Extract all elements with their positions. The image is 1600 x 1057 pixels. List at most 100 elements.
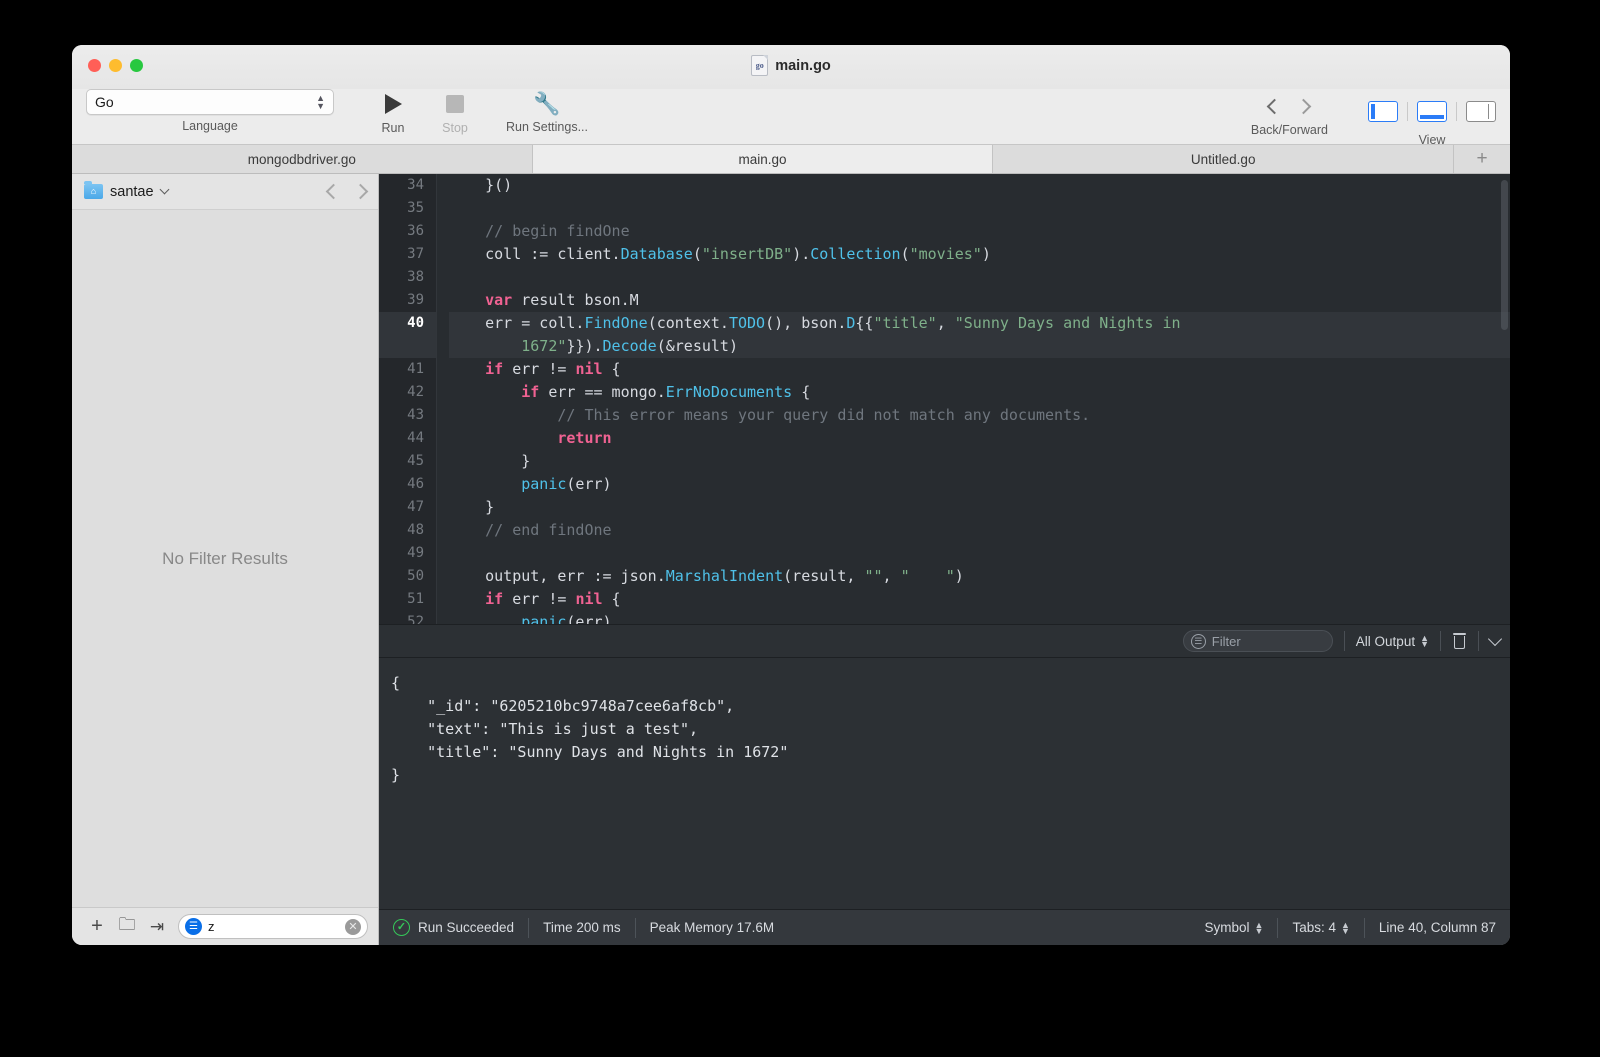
export-icon[interactable]: ⇥ bbox=[142, 917, 172, 937]
tabs-select[interactable]: Tabs: 4 ▲ ▼ bbox=[1292, 920, 1349, 935]
toggle-inspector-button[interactable] bbox=[1466, 101, 1496, 122]
window-body: ⌂ santae No Filter Results + 🗀 ⇥ ☰ z ✕ 3… bbox=[72, 174, 1510, 945]
code-line: // begin findOne bbox=[449, 222, 630, 240]
line-number: 44 bbox=[407, 430, 424, 446]
stop-label: Stop bbox=[442, 121, 468, 135]
sidebar-forward-icon[interactable] bbox=[352, 183, 369, 200]
stop-icon bbox=[446, 95, 464, 113]
new-folder-icon[interactable]: 🗀 bbox=[112, 912, 142, 941]
forward-icon[interactable] bbox=[1296, 98, 1312, 115]
run-settings-label: Run Settings... bbox=[506, 120, 588, 134]
line-number: 37 bbox=[407, 246, 424, 262]
no-filter-results-message: No Filter Results bbox=[162, 548, 288, 568]
tab-label: mongodbdriver.go bbox=[247, 151, 356, 167]
code-line: return bbox=[557, 429, 612, 447]
run-group[interactable]: Run bbox=[362, 94, 424, 135]
code-line: if err == mongo.ErrNoDocuments { bbox=[521, 383, 811, 401]
symbol-value: Symbol bbox=[1204, 920, 1250, 935]
tabs-value: Tabs: 4 bbox=[1292, 920, 1336, 935]
sidebar-back-icon[interactable] bbox=[325, 183, 342, 200]
line-number: 39 bbox=[407, 292, 424, 308]
view-group: View bbox=[1368, 101, 1496, 147]
new-file-icon[interactable]: + bbox=[82, 915, 112, 938]
play-icon[interactable] bbox=[384, 94, 402, 114]
code-line-current: err = coll.FindOne(context.TODO(), bson.… bbox=[449, 312, 1510, 335]
line-number: 48 bbox=[407, 522, 424, 538]
console-line: { bbox=[391, 674, 401, 692]
view-label: View bbox=[1418, 133, 1446, 147]
console-line: "text": "This is just a test", bbox=[391, 720, 699, 738]
code-line: coll := client.Database("insertDB").Coll… bbox=[449, 245, 991, 263]
output-scope-select[interactable]: All Output ▲ ▼ bbox=[1356, 634, 1429, 649]
symbol-select[interactable]: Symbol ▲ ▼ bbox=[1205, 920, 1264, 935]
line-number: 50 bbox=[407, 568, 424, 584]
back-icon[interactable] bbox=[1267, 98, 1283, 115]
tab-label: main.go bbox=[738, 151, 787, 167]
console-line: "_id": "6205210bc9748a7cee6af8cb", bbox=[391, 697, 735, 715]
code-line-current-wrap: 1672"}}).Decode(&result) bbox=[449, 335, 1510, 358]
filter-icon: ☰ bbox=[1190, 633, 1206, 649]
line-number: 46 bbox=[407, 476, 424, 492]
code-line: // This error means your query did not m… bbox=[449, 406, 1091, 424]
run-status-text: Run Succeeded bbox=[418, 920, 515, 935]
app-window: go main.go Go ▲ ▼ Language Run Stop 🔧 Run… bbox=[72, 45, 1510, 945]
editor-scrollbar[interactable] bbox=[1501, 180, 1508, 330]
chevron-updown-icon: ▲ ▼ bbox=[316, 93, 325, 111]
console-line: } bbox=[391, 766, 401, 784]
sidebar-header: ⌂ santae bbox=[72, 174, 378, 210]
tab-untitled[interactable]: Untitled.go bbox=[993, 145, 1455, 173]
back-forward-label: Back/Forward bbox=[1250, 123, 1328, 137]
new-tab-button[interactable]: + bbox=[1454, 145, 1510, 173]
back-forward-group: Back/Forward bbox=[1250, 98, 1328, 137]
language-select-value: Go bbox=[95, 94, 114, 110]
line-number: 34 bbox=[407, 177, 424, 193]
collapse-output-button[interactable] bbox=[1487, 631, 1503, 646]
code-editor[interactable]: 34 35 36 37 38 39 40 41 42 43 44 45 46 4… bbox=[379, 174, 1510, 624]
run-settings-group[interactable]: 🔧 Run Settings... bbox=[506, 93, 588, 135]
language-select[interactable]: Go ▲ ▼ bbox=[86, 89, 334, 115]
output-filter-placeholder: Filter bbox=[1211, 633, 1241, 649]
line-number: 38 bbox=[407, 269, 424, 285]
wrench-icon[interactable]: 🔧 bbox=[533, 93, 560, 115]
clear-filter-button[interactable]: ✕ bbox=[345, 918, 361, 935]
window-title-text: main.go bbox=[775, 57, 831, 74]
code-line: } bbox=[449, 498, 495, 516]
toggle-sidebar-button[interactable] bbox=[1368, 101, 1398, 122]
output-scope-value: All Output bbox=[1355, 633, 1416, 649]
line-number: 49 bbox=[407, 545, 424, 561]
code-line: // end findOne bbox=[449, 521, 612, 539]
run-label: Run bbox=[381, 121, 405, 135]
code-line: if err != nil { bbox=[485, 360, 621, 378]
project-name: santae bbox=[110, 183, 154, 200]
line-number: 52 bbox=[407, 614, 424, 624]
console-line: "title": "Sunny Days and Nights in 1672" bbox=[391, 743, 789, 761]
language-label: Language bbox=[182, 119, 238, 133]
sidebar-footer: + 🗀 ⇥ ☰ z ✕ bbox=[72, 907, 378, 945]
code-line: panic(err) bbox=[521, 475, 612, 493]
tab-main[interactable]: main.go bbox=[532, 145, 994, 173]
main-toolbar: Go ▲ ▼ Language Run Stop 🔧 Run Settings..… bbox=[72, 89, 1510, 147]
sidebar-file-list: No Filter Results bbox=[72, 210, 378, 907]
toggle-output-panel-button[interactable] bbox=[1417, 101, 1447, 122]
line-number: 41 bbox=[407, 361, 424, 377]
line-number: 47 bbox=[407, 499, 424, 515]
output-console[interactable]: { "_id": "6205210bc9748a7cee6af8cb", "te… bbox=[379, 658, 1510, 909]
titlebar: go main.go bbox=[72, 45, 1510, 89]
window-title: go main.go bbox=[72, 55, 1510, 76]
clear-output-button[interactable] bbox=[1452, 633, 1467, 649]
tab-mongodbdriver[interactable]: mongodbdriver.go bbox=[72, 145, 533, 173]
view-buttons bbox=[1368, 101, 1496, 122]
nav-arrows bbox=[1267, 98, 1312, 115]
code-line: panic(err) bbox=[521, 613, 612, 624]
line-number-current: 40 bbox=[379, 312, 436, 358]
code-content[interactable]: }() // begin findOne coll := client.Data… bbox=[437, 174, 1510, 624]
chevron-down-icon[interactable] bbox=[159, 184, 169, 195]
sidebar-filter-field[interactable]: ☰ z ✕ bbox=[178, 914, 368, 939]
line-number: 43 bbox=[407, 407, 424, 423]
line-number: 45 bbox=[407, 453, 424, 469]
cursor-position-text: Line 40, Column 87 bbox=[1378, 920, 1496, 935]
output-filter-field[interactable]: ☰ Filter bbox=[1182, 630, 1333, 652]
